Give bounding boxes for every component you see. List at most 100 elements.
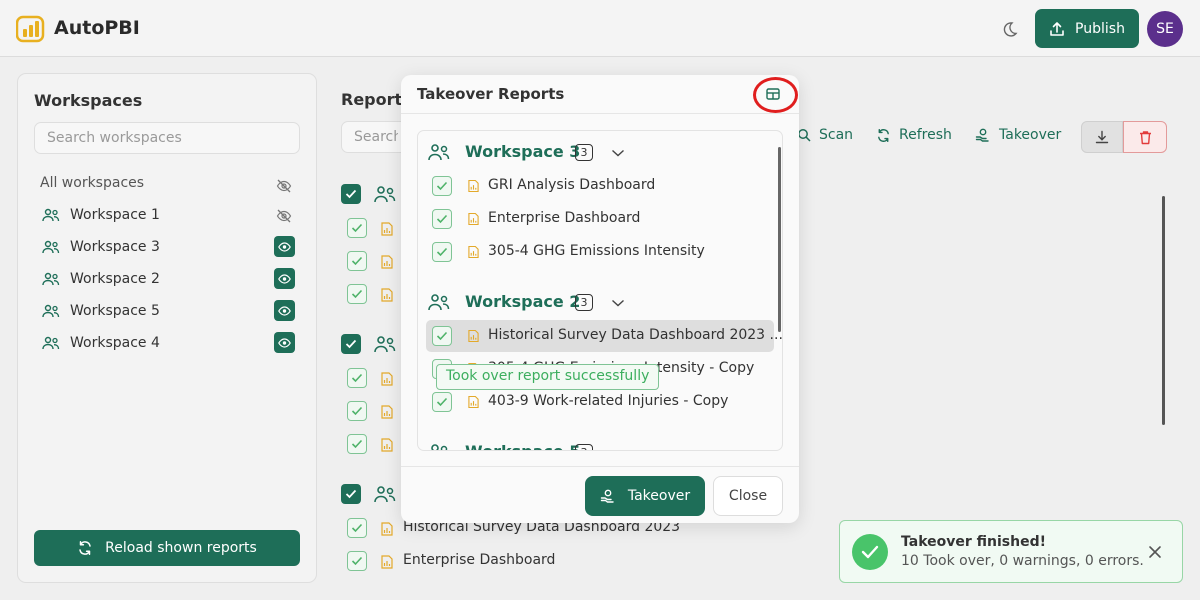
takeover-success-tooltip: Took over report successfully bbox=[436, 364, 660, 390]
takeover-finished-toast: Takeover finished! 10 Took over, 0 warni… bbox=[839, 520, 1183, 583]
people-icon bbox=[428, 294, 450, 311]
report-checkbox[interactable] bbox=[432, 326, 452, 346]
report-row[interactable]: GRI Analysis Dashboard bbox=[426, 170, 774, 202]
report-file-icon bbox=[381, 372, 393, 386]
people-icon bbox=[431, 444, 448, 450]
takeover-toolbar-button[interactable]: Takeover bbox=[975, 127, 1061, 143]
report-file-icon bbox=[381, 255, 393, 269]
report-name: GRI Analysis Dashboard bbox=[488, 177, 656, 193]
all-workspaces-item[interactable]: All workspaces bbox=[40, 175, 144, 191]
report-row[interactable]: Enterprise Dashboard bbox=[426, 203, 774, 235]
chevron-down-icon[interactable] bbox=[611, 299, 625, 307]
report-file-icon bbox=[468, 179, 479, 193]
modal-takeover-button[interactable]: Takeover bbox=[585, 476, 705, 516]
reload-shown-reports-button[interactable]: Reload shown reports bbox=[34, 530, 300, 566]
report-checkbox[interactable] bbox=[347, 434, 367, 454]
sidebar-item-workspace-2[interactable]: Workspace 2 bbox=[42, 268, 160, 290]
report-file-icon bbox=[381, 288, 393, 302]
sidebar-item-workspace-4[interactable]: Workspace 4 bbox=[42, 332, 160, 354]
refresh-icon bbox=[878, 128, 889, 142]
workspace-search-input[interactable] bbox=[34, 122, 300, 154]
people-icon bbox=[42, 208, 60, 222]
group-count-badge: 3 bbox=[575, 294, 593, 311]
report-checkbox[interactable] bbox=[347, 551, 367, 571]
report-file-icon bbox=[468, 212, 479, 226]
group-workspace-5[interactable]: Workspace 5 3 bbox=[428, 441, 648, 450]
sidebar-item-label: Workspace 2 bbox=[70, 271, 160, 287]
group-count-badge: 3 bbox=[575, 144, 593, 161]
sidebar-item-workspace-3[interactable]: Workspace 3 bbox=[42, 236, 160, 258]
modal-close-button[interactable]: Close bbox=[713, 476, 783, 516]
trash-icon bbox=[1139, 130, 1151, 144]
eye-off-icon[interactable] bbox=[276, 208, 292, 224]
report-checkbox[interactable] bbox=[432, 242, 452, 262]
report-file-icon bbox=[381, 222, 393, 236]
scan-button[interactable]: Scan bbox=[797, 127, 853, 143]
autopbi-logo-icon bbox=[16, 15, 45, 43]
report-name: Historical Survey Data Dashboard 2023 ..… bbox=[488, 327, 783, 343]
group-workspace-3[interactable]: Workspace 3 3 bbox=[428, 141, 648, 165]
people-icon bbox=[374, 336, 396, 353]
takeover-hand-icon bbox=[975, 128, 989, 142]
workspace-checkbox[interactable] bbox=[341, 334, 361, 354]
report-file-icon bbox=[468, 329, 479, 343]
report-checkbox[interactable] bbox=[347, 251, 367, 271]
group-name: Workspace 3 bbox=[465, 142, 581, 161]
report-row[interactable]: 403-9 Work-related Injuries - Copy bbox=[426, 386, 774, 418]
chevron-down-icon[interactable] bbox=[611, 149, 625, 157]
scan-label: Scan bbox=[819, 127, 854, 143]
close-icon[interactable] bbox=[1147, 544, 1163, 560]
report-name[interactable]: Enterprise Dashboard bbox=[403, 552, 555, 568]
sidebar-title: Workspaces bbox=[34, 91, 143, 110]
download-icon bbox=[1095, 130, 1109, 144]
report-name: 305-4 GHG Emissions Intensity bbox=[488, 243, 705, 259]
people-icon bbox=[428, 144, 450, 161]
dark-mode-moon-icon[interactable] bbox=[1000, 20, 1018, 38]
download-button[interactable] bbox=[1081, 121, 1123, 153]
sidebar-item-workspace-5[interactable]: Workspace 5 bbox=[42, 300, 160, 322]
report-checkbox[interactable] bbox=[347, 218, 367, 238]
report-file-icon bbox=[381, 555, 393, 569]
eye-visible-toggle[interactable] bbox=[274, 332, 295, 353]
sidebar-item-label: Workspace 4 bbox=[70, 335, 160, 351]
search-icon bbox=[798, 129, 811, 142]
publish-button[interactable]: Publish bbox=[1035, 9, 1139, 48]
workspaces-sidebar: Workspaces All workspaces Workspace 1 Wo… bbox=[17, 73, 317, 583]
group-workspace-2[interactable]: Workspace 2 3 bbox=[428, 291, 648, 315]
report-checkbox[interactable] bbox=[347, 368, 367, 388]
report-tree: Workspace 3 3 GRI Analysis Dashboard Ent… bbox=[417, 130, 783, 451]
sidebar-item-workspace-1[interactable]: Workspace 1 bbox=[42, 204, 160, 226]
delete-button[interactable] bbox=[1123, 121, 1167, 153]
report-checkbox[interactable] bbox=[347, 401, 367, 421]
eye-visible-toggle[interactable] bbox=[274, 236, 295, 257]
app-header: AutoPBI Publish SE bbox=[0, 0, 1200, 57]
modal-footer-divider bbox=[401, 466, 799, 467]
user-avatar[interactable]: SE bbox=[1147, 11, 1183, 47]
report-checkbox[interactable] bbox=[432, 209, 452, 229]
reports-scrollbar[interactable] bbox=[1162, 196, 1165, 425]
report-checkbox[interactable] bbox=[347, 518, 367, 538]
people-icon bbox=[42, 240, 60, 254]
workspace-checkbox[interactable] bbox=[341, 484, 361, 504]
people-icon bbox=[42, 336, 60, 350]
report-row[interactable]: 305-4 GHG Emissions Intensity bbox=[426, 236, 774, 268]
report-checkbox[interactable] bbox=[432, 176, 452, 196]
group-name: Workspace 5 bbox=[465, 442, 580, 450]
toast-title: Takeover finished! bbox=[901, 534, 1046, 550]
success-check-icon bbox=[852, 534, 888, 570]
modal-scrollbar[interactable] bbox=[778, 147, 781, 332]
eye-visible-toggle[interactable] bbox=[274, 300, 295, 321]
eye-visible-toggle[interactable] bbox=[274, 268, 295, 289]
report-checkbox[interactable] bbox=[347, 284, 367, 304]
eye-icon bbox=[278, 305, 291, 316]
app-title: AutoPBI bbox=[54, 17, 140, 39]
report-checkbox[interactable] bbox=[432, 392, 452, 412]
report-row[interactable]: Historical Survey Data Dashboard 2023 ..… bbox=[426, 320, 782, 352]
workspace-checkbox[interactable] bbox=[341, 184, 361, 204]
refresh-button[interactable]: Refresh bbox=[876, 127, 952, 143]
eye-off-icon[interactable] bbox=[276, 178, 292, 194]
report-file-icon bbox=[381, 438, 393, 452]
people-icon bbox=[374, 486, 396, 503]
toast-message: 10 Took over, 0 warnings, 0 errors. bbox=[901, 553, 1144, 569]
takeover-hand-icon bbox=[600, 489, 614, 503]
